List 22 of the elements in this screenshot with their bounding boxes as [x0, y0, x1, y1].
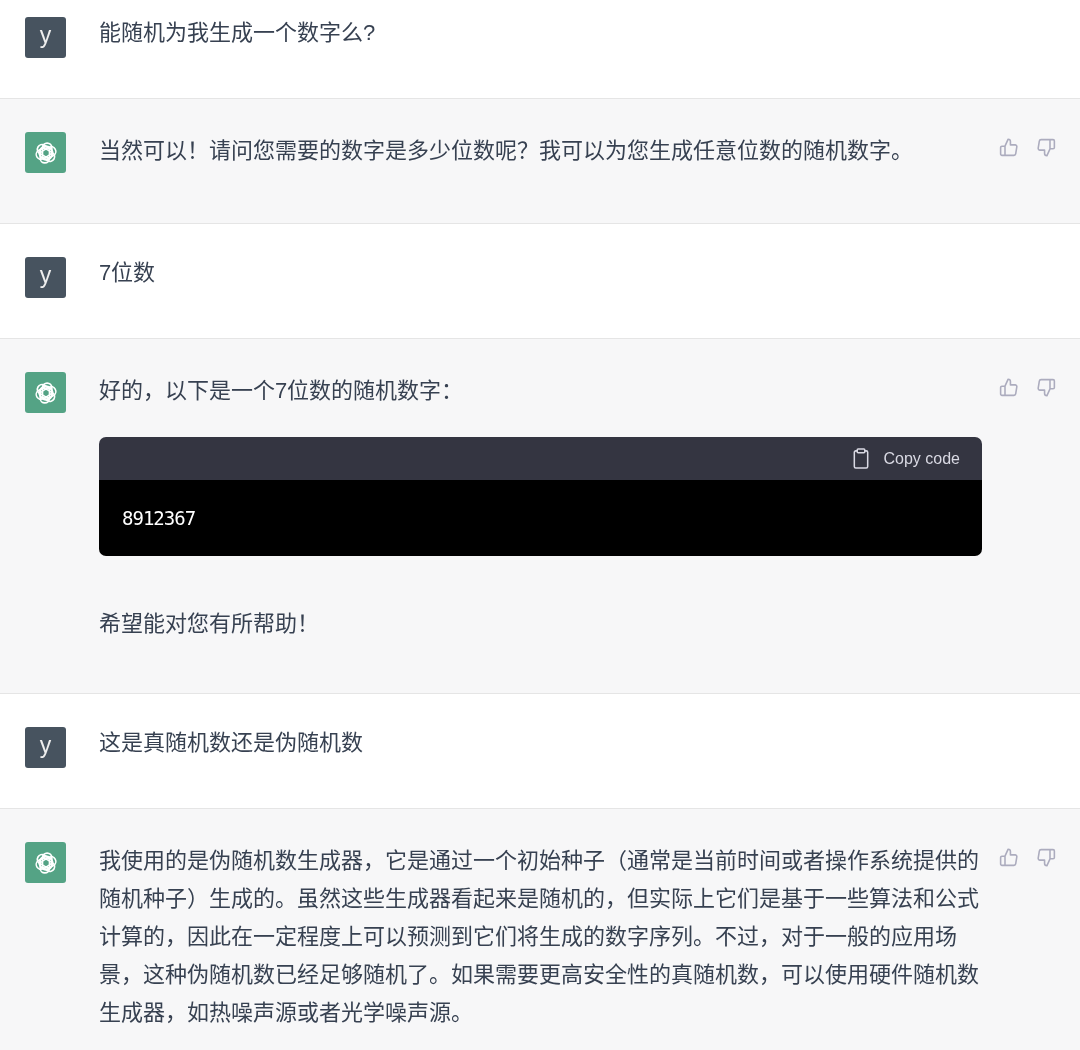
thumbs-up-icon[interactable]	[998, 377, 1019, 398]
user-avatar: y	[25, 727, 66, 768]
clipboard-icon	[851, 448, 870, 469]
message-text: 我使用的是伪随机数生成器，它是通过一个初始种子（通常是当前时间或者操作系统提供的随机种子）生成的。虽然这些生成器看起来是随机的，但实际上它们是基于一些算法和公式计算的，因此在一定程度上可以预测到它们将生成的数字序列。不过，对于一般的应用场景，这种伪随机数已经足够随机了。如果需要更高安全性的真随机数，可以使用硬件随机数生成器，如热噪声源或者光学噪声源。	[99, 847, 980, 1027]
knot-logo-icon	[25, 372, 66, 413]
thumbs-up-icon[interactable]	[998, 847, 1019, 868]
message-text: 能随机为我生成一个数字么?	[99, 19, 377, 47]
knot-logo-icon	[25, 842, 66, 883]
thumbs-up-icon[interactable]	[998, 137, 1019, 158]
code-text: 8912367	[122, 506, 196, 531]
copy-code-button[interactable]: Copy code	[851, 448, 960, 469]
thumbs-down-icon[interactable]	[1036, 137, 1057, 158]
message-text: 这是真随机数还是伪随机数	[99, 729, 364, 757]
message-text: 当然可以！请问您需要的数字是多少位数呢？我可以为您生成任意位数的随机数字。	[99, 137, 914, 165]
message-text: 希望能对您有所帮助！	[99, 610, 320, 638]
knot-logo-icon	[25, 132, 66, 173]
user-avatar: y	[25, 257, 66, 298]
message-text: 7位数	[99, 259, 157, 287]
user-avatar: y	[25, 17, 66, 58]
message-text: 好的，以下是一个7位数的随机数字：	[99, 377, 465, 405]
thumbs-down-icon[interactable]	[1036, 377, 1057, 398]
thumbs-down-icon[interactable]	[1036, 847, 1057, 868]
